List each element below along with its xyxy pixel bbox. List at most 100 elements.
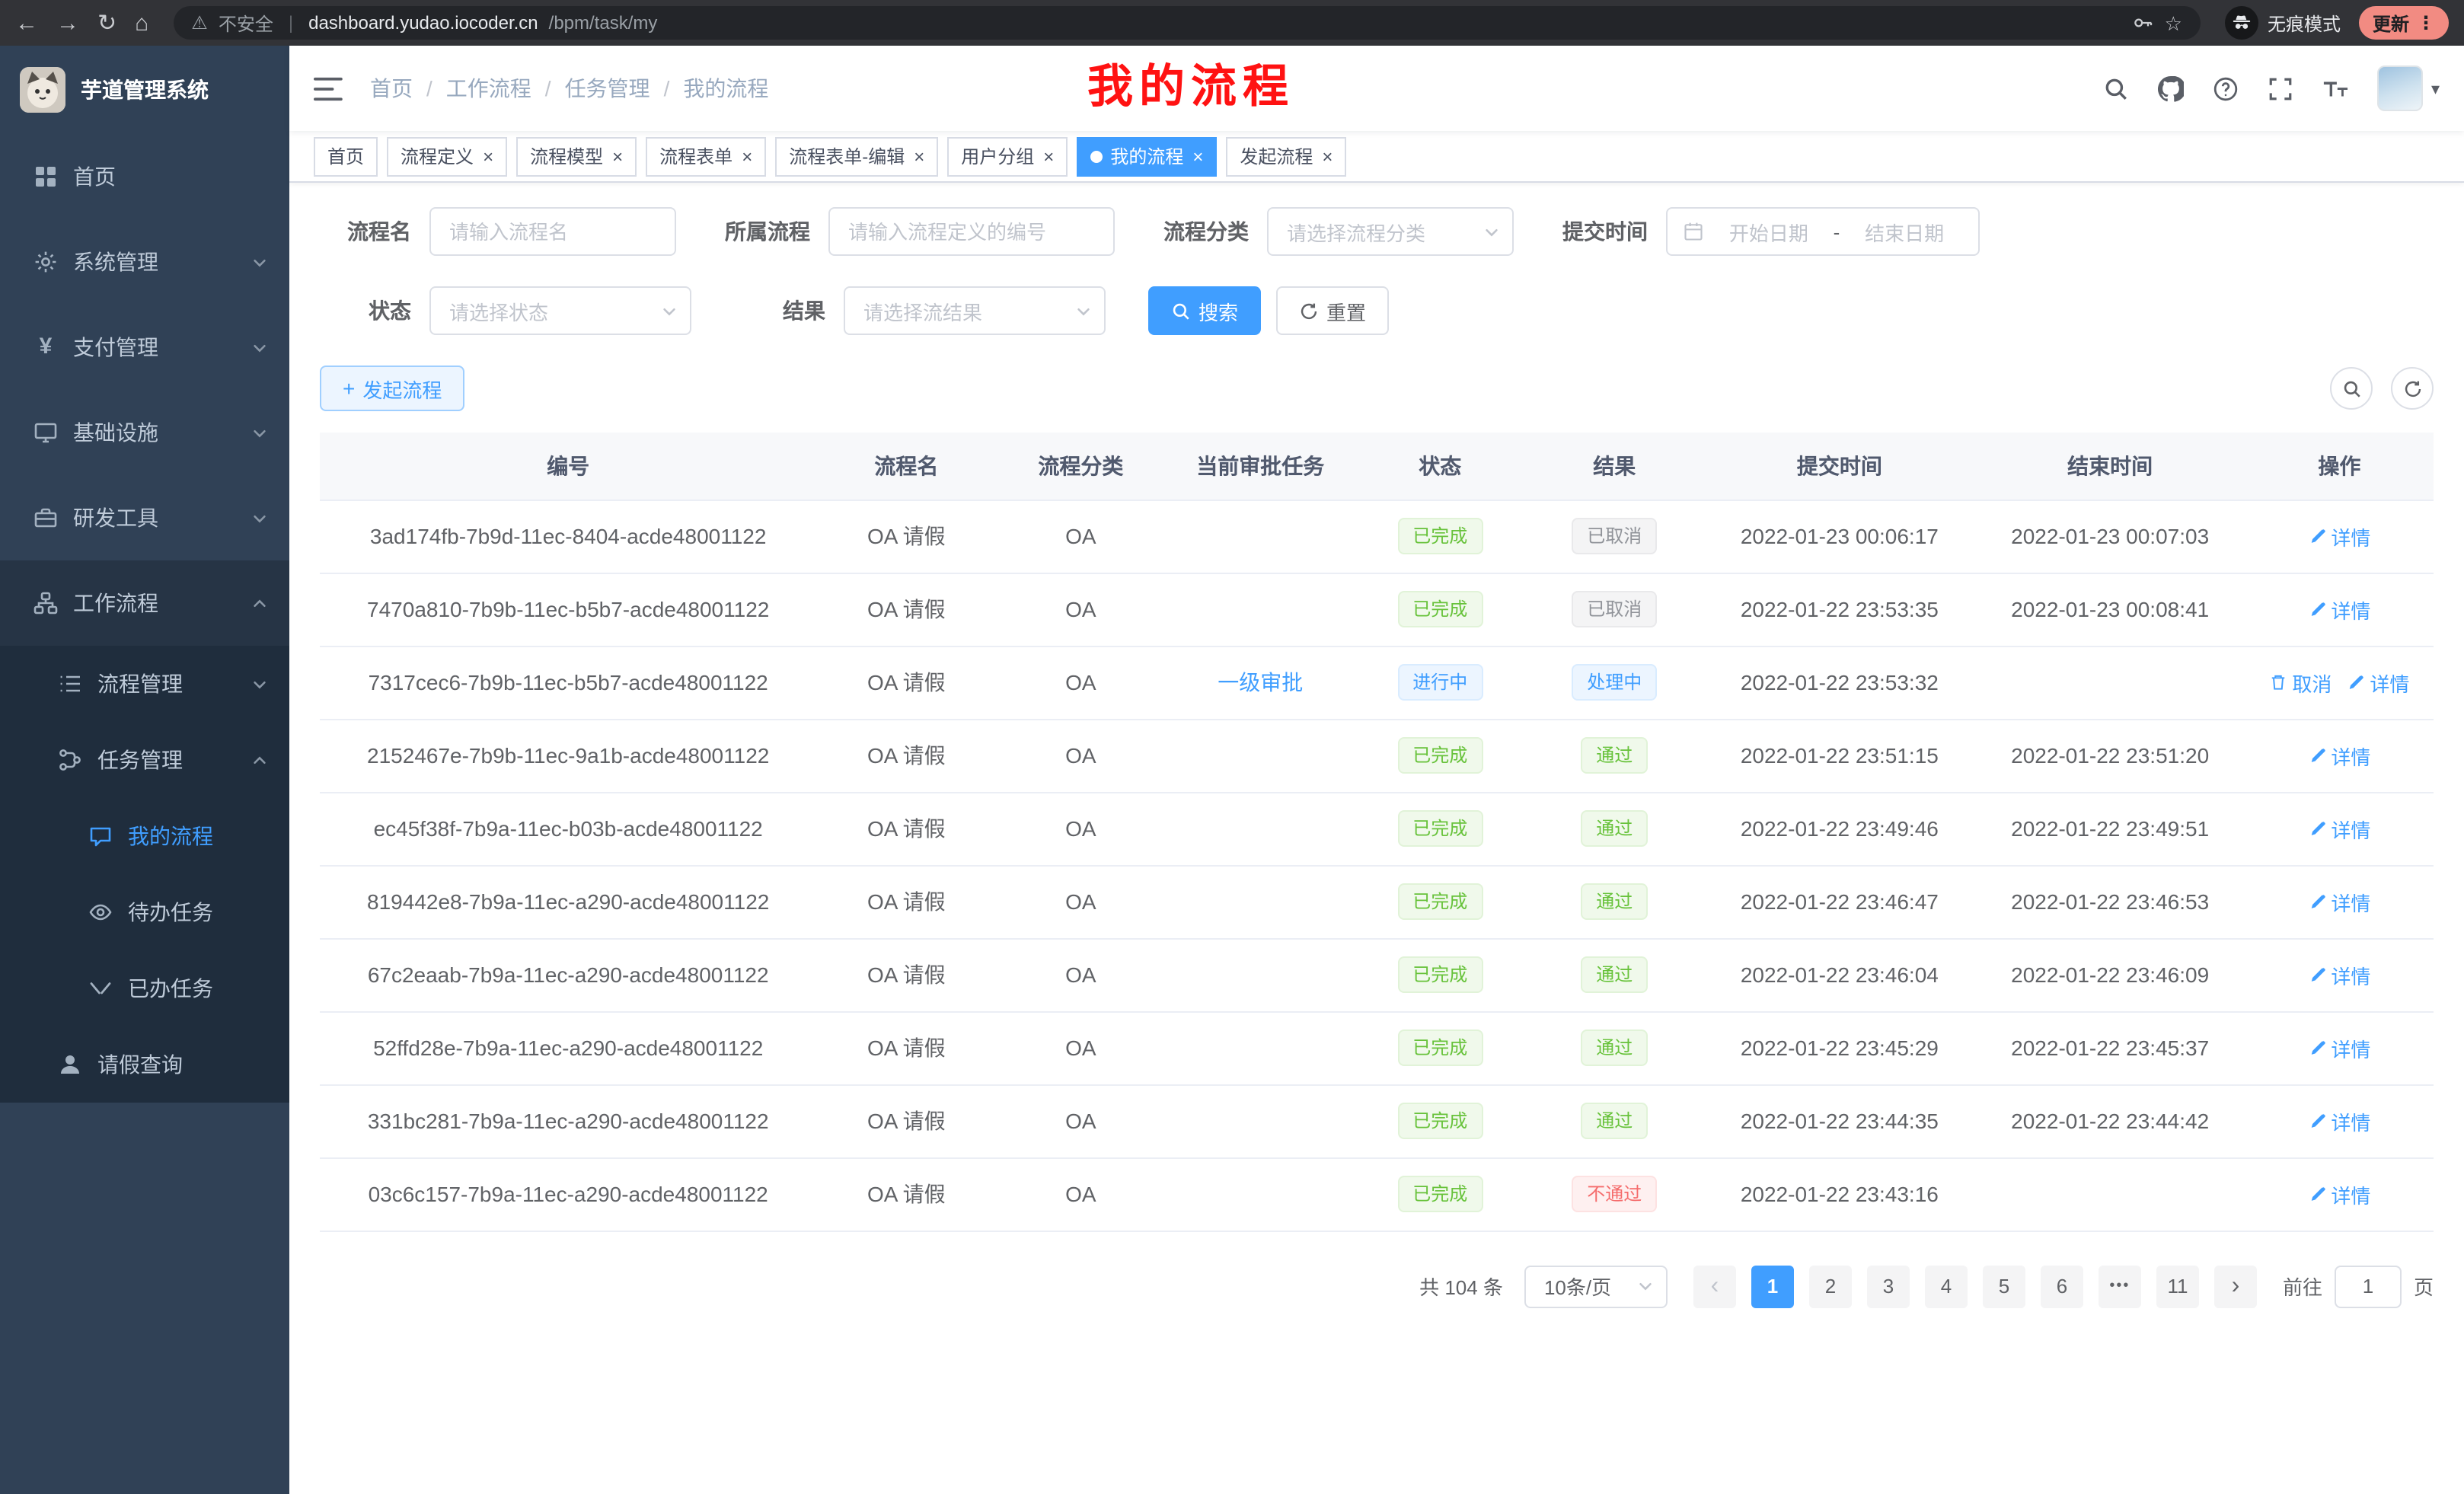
process-id-input[interactable] [828,207,1115,256]
detail-link[interactable]: 详情 [2347,668,2409,697]
column-header: 提交时间 [1704,433,1974,500]
sidebar-item-process-management[interactable]: 流程管理 [0,646,289,722]
result-badge: 通过 [1581,883,1648,920]
browser-menu-kebab-icon[interactable]: ⋮ [2417,12,2435,34]
sidebar-item-todo-tasks[interactable]: 待办任务 [0,874,289,950]
sidebar-toggle-icon[interactable] [314,75,343,101]
cell-end-time: 2022-01-22 23:46:09 [1975,938,2245,1011]
pager-next-button[interactable]: › [2214,1265,2257,1307]
browser-toolbar: ← → ↻ ⌂ ⚠ 不安全 | dashboard.yudao.iocoder.… [0,0,2464,46]
detail-link[interactable]: 详情 [2308,1033,2370,1062]
tab-close-icon[interactable]: × [483,147,493,165]
page-button[interactable]: 4 [1925,1265,1968,1307]
tab-user-group[interactable]: 用户分组 × [947,136,1068,176]
detail-link[interactable]: 详情 [2308,960,2370,989]
font-size-icon[interactable] [2323,75,2349,101]
cell-id: ec45f38f-7b9a-11ec-b03b-acde48001122 [320,792,816,865]
browser-back-icon[interactable]: ← [15,11,38,34]
tab-close-icon[interactable]: × [914,147,924,165]
browser-forward-icon[interactable]: → [56,11,79,34]
detail-link[interactable]: 详情 [2308,741,2370,770]
tab-process-form[interactable]: 流程表单 × [646,136,766,176]
breadcrumb-item[interactable]: 首页 [370,73,413,104]
page-button[interactable]: 1 [1751,1265,1794,1307]
bookmark-star-icon[interactable]: ☆ [2165,13,2182,33]
tab-process-form-edit[interactable]: 流程表单-编辑 × [775,136,938,176]
cell-submit-time: 2022-01-22 23:53:35 [1704,573,1974,646]
tab-close-icon[interactable]: × [742,147,752,165]
tab-process-model[interactable]: 流程模型 × [516,136,637,176]
tab-close-icon[interactable]: × [1192,147,1203,165]
category-select[interactable]: 请选择流程分类 [1267,207,1514,256]
incognito-indicator: 无痕模式 [2225,6,2341,40]
detail-link[interactable]: 详情 [2308,522,2370,551]
app-logo[interactable]: 芋道管理系统 [0,46,289,134]
page-button[interactable]: 3 [1867,1265,1910,1307]
sidebar-item-payment-management[interactable]: ¥ 支付管理 [0,305,289,390]
cell-end-time: 2022-01-22 23:45:37 [1975,1011,2245,1084]
detail-link[interactable]: 详情 [2308,887,2370,916]
sidebar-item-done-tasks[interactable]: 已办任务 [0,950,289,1026]
tab-my-process[interactable]: 我的流程 × [1077,136,1217,176]
cancel-link[interactable]: 取消 [2269,668,2332,697]
password-key-icon[interactable] [2133,12,2154,34]
column-header: 状态 [1355,433,1524,500]
detail-link[interactable]: 详情 [2308,1180,2370,1208]
column-header: 操作 [2245,433,2434,500]
pager-pages: 123456 ••• 11 [1744,1265,2207,1307]
browser-update-button[interactable]: 更新 ⋮ [2359,6,2449,40]
sidebar-item-workflow[interactable]: 工作流程 [0,560,289,646]
tab-close-icon[interactable]: × [612,147,623,165]
sidebar-item-infrastructure[interactable]: 基础设施 [0,390,289,475]
sidebar-item-leave-query[interactable]: 请假查询 [0,1026,289,1103]
tab-close-icon[interactable]: × [1043,147,1054,165]
reset-button[interactable]: 重置 [1276,286,1389,335]
breadcrumb-item[interactable]: 工作流程 [446,73,531,104]
page-button[interactable]: 2 [1809,1265,1852,1307]
select-placeholder: 请选择状态 [449,296,548,325]
page-button[interactable]: 6 [2041,1265,2083,1307]
tab-start-process[interactable]: 发起流程 × [1226,136,1346,176]
detail-link[interactable]: 详情 [2308,1106,2370,1135]
search-icon[interactable] [2104,75,2130,101]
tab-process-definition[interactable]: 流程定义 × [387,136,507,176]
tab-home[interactable]: 首页 [314,136,378,176]
page-size-select[interactable]: 10条/页 [1524,1265,1668,1307]
browser-reload-icon[interactable]: ↻ [97,11,116,34]
cell-category: OA [996,1157,1165,1231]
status-select[interactable]: 请选择状态 [429,286,691,335]
detail-link[interactable]: 详情 [2308,595,2370,624]
help-icon[interactable] [2213,75,2239,101]
filter-label: 所属流程 [719,216,810,247]
security-label[interactable]: 不安全 [219,10,273,36]
goto-page-input[interactable] [2335,1265,2402,1307]
github-icon[interactable] [2159,75,2185,101]
breadcrumb-item[interactable]: 任务管理 [565,73,650,104]
address-bar[interactable]: ⚠ 不安全 | dashboard.yudao.iocoder.cn/bpm/t… [173,6,2201,40]
fullscreen-icon[interactable] [2268,75,2294,101]
result-select[interactable]: 请选择流结果 [844,286,1106,335]
start-process-button[interactable]: + 发起流程 [320,366,464,411]
sidebar-item-system-management[interactable]: 系统管理 [0,219,289,305]
page-button[interactable]: 11 [2156,1265,2199,1307]
detail-link[interactable]: 详情 [2308,814,2370,843]
current-task-link[interactable]: 一级审批 [1218,670,1303,694]
sidebar-item-task-management[interactable]: 任务管理 [0,722,289,798]
user-menu[interactable]: ▾ [2378,65,2440,111]
pager-prev-button[interactable]: ‹ [1693,1265,1736,1307]
sidebar-item-home[interactable]: 首页 [0,134,289,219]
browser-home-icon[interactable]: ⌂ [135,11,148,34]
sidebar-item-my-process[interactable]: 我的流程 [0,798,289,874]
toggle-search-button[interactable] [2330,367,2373,410]
page-button[interactable]: 5 [1983,1265,2025,1307]
process-name-input[interactable] [429,207,676,256]
cell-id: 3ad174fb-7b9d-11ec-8404-acde48001122 [320,500,816,573]
tab-close-icon[interactable]: × [1322,147,1333,165]
sidebar-item-dev-tools[interactable]: 研发工具 [0,475,289,560]
refresh-table-button[interactable] [2391,367,2434,410]
search-button[interactable]: 搜索 [1148,286,1261,335]
date-range-picker[interactable]: 开始日期 - 结束日期 [1666,207,1980,256]
yen-icon: ¥ [34,335,58,359]
pager-ellipsis[interactable]: ••• [2099,1265,2141,1307]
sidebar-item-label: 流程管理 [97,669,183,699]
